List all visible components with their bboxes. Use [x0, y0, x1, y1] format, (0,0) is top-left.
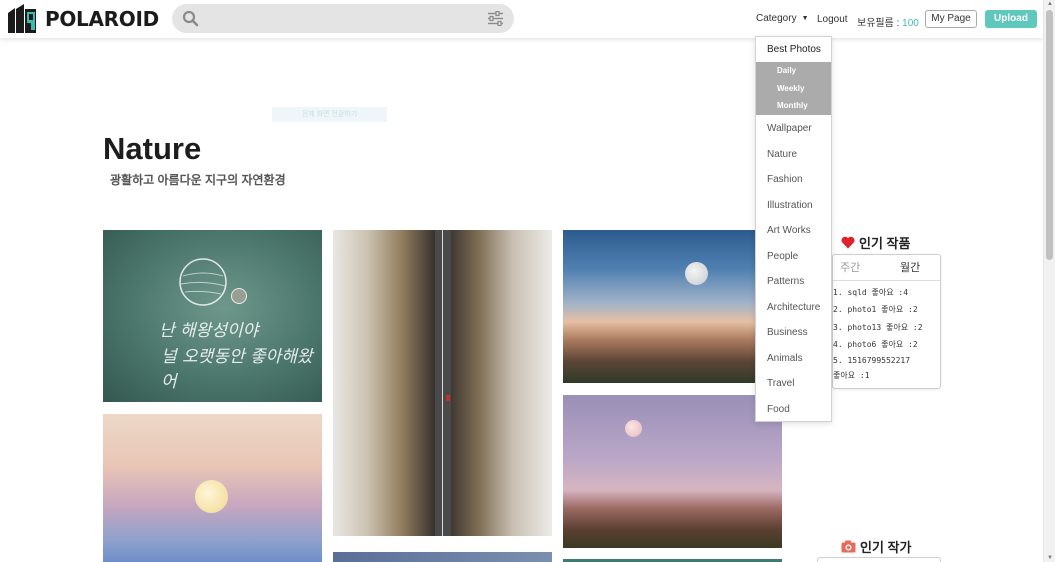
tab-monthly[interactable]: 월간	[900, 259, 920, 275]
vertical-scrollbar[interactable]: ▲ ▼	[1043, 0, 1055, 562]
menu-item-wallpaper[interactable]: Wallpaper	[767, 123, 812, 134]
upload-button[interactable]: Upload	[985, 10, 1037, 28]
rank-item[interactable]: 5. 1516799552217	[833, 356, 940, 365]
car	[446, 395, 450, 401]
rank-tabs: 주간 월간	[833, 255, 940, 281]
page: POLAROID Category ▼ Logout 보유필름 : 100 My…	[0, 0, 1055, 562]
menu-item-business[interactable]: Business	[767, 327, 808, 338]
caret-down-icon: ▼	[801, 15, 809, 22]
photo-card[interactable]	[563, 230, 755, 383]
search-bar	[172, 4, 514, 33]
popular-works-title: 인기 작품	[859, 236, 911, 251]
popular-artists-heading: 인기 작가	[841, 537, 911, 556]
planet-doodle	[179, 258, 227, 306]
popular-artists-panel	[817, 557, 941, 562]
search-icon[interactable]	[182, 10, 199, 27]
chalk-text-line-1: 난 해왕성이야	[159, 321, 259, 341]
menu-item-architecture[interactable]: Architecture	[767, 302, 820, 313]
category-dropdown-toggle[interactable]: Category ▼	[756, 13, 809, 24]
small-planet-doodle	[231, 288, 247, 304]
rank-item[interactable]: 1. sqld 좋아요 :4	[833, 287, 940, 298]
points-value: 100	[902, 18, 919, 29]
rank-item[interactable]: 4. photo6 좋아요 :2	[833, 339, 940, 350]
submenu-item-daily[interactable]: Daily	[777, 66, 796, 75]
category-label: Category	[756, 13, 797, 24]
polaroid-logo-icon	[8, 4, 36, 33]
menu-item-food[interactable]: Food	[767, 404, 790, 415]
page-title: Nature	[103, 131, 202, 166]
popular-artists-title: 인기 작가	[860, 540, 912, 555]
scroll-up-arrow-icon[interactable]: ▲	[1047, 1, 1053, 7]
page-subtitle: 광활하고 아름다운 지구의 자연환경	[110, 173, 286, 187]
top-navbar: POLAROID Category ▼ Logout 보유필름 : 100 My…	[0, 0, 1043, 38]
menu-item-best-photos[interactable]: Best Photos	[767, 44, 821, 55]
moon	[685, 262, 708, 285]
menu-item-travel[interactable]: Travel	[767, 378, 794, 389]
points-label: 보유필름 :	[857, 18, 903, 29]
menu-item-nature[interactable]: Nature	[767, 149, 797, 160]
photo-card[interactable]: 난 해왕성이야 널 오랫동안 좋아해왔어	[103, 230, 322, 402]
photo-card[interactable]	[103, 414, 322, 562]
road-line	[442, 230, 443, 536]
chalk-text-line-2: 널 오랫동안 좋아해왔어	[161, 347, 313, 392]
my-page-button[interactable]: My Page	[925, 10, 977, 28]
moon	[195, 480, 228, 513]
fullscreen-toggle[interactable]: 전체 화면 전환하기	[272, 107, 387, 122]
popular-works-panel: 주간 월간 1. sqld 좋아요 :4 2. photo1 좋아요 :2 3.…	[832, 254, 941, 389]
search-input[interactable]	[208, 8, 478, 29]
photo-card[interactable]	[333, 230, 552, 536]
road	[435, 230, 451, 536]
rank-item[interactable]: 2. photo1 좋아요 :2	[833, 304, 940, 315]
heart-icon	[841, 236, 855, 249]
menu-item-people[interactable]: People	[767, 251, 798, 262]
menu-item-art-works[interactable]: Art Works	[767, 225, 811, 236]
menu-item-fashion[interactable]: Fashion	[767, 174, 803, 185]
logout-link[interactable]: Logout	[817, 14, 848, 25]
moon	[625, 420, 642, 437]
scrollbar-thumb[interactable]	[1046, 10, 1053, 260]
photo-card[interactable]	[333, 552, 552, 562]
submenu-item-weekly[interactable]: Weekly	[777, 84, 804, 93]
tab-weekly[interactable]: 주간	[840, 259, 860, 275]
scroll-down-arrow-icon[interactable]: ▼	[1047, 555, 1053, 561]
brand-name: POLAROID	[45, 7, 159, 31]
photo-card[interactable]	[563, 395, 782, 548]
filter-sliders-icon[interactable]	[487, 11, 504, 26]
best-photos-submenu: Daily Weekly Monthly	[756, 62, 831, 115]
camera-icon	[841, 540, 856, 553]
category-menu: Best Photos Daily Weekly Monthly Wallpap…	[755, 36, 832, 422]
rank-item[interactable]: 3. photo13 좋아요 :2	[833, 322, 940, 333]
rank-item-continuation: 좋아요 :1	[833, 371, 870, 380]
film-points: 보유필름 : 100	[857, 14, 919, 29]
submenu-item-monthly[interactable]: Monthly	[777, 101, 808, 110]
menu-item-illustration[interactable]: Illustration	[767, 200, 813, 211]
menu-item-patterns[interactable]: Patterns	[767, 276, 804, 287]
popular-works-heading: 인기 작품	[841, 233, 910, 252]
menu-item-animals[interactable]: Animals	[767, 353, 803, 364]
logo[interactable]: POLAROID	[6, 3, 159, 35]
